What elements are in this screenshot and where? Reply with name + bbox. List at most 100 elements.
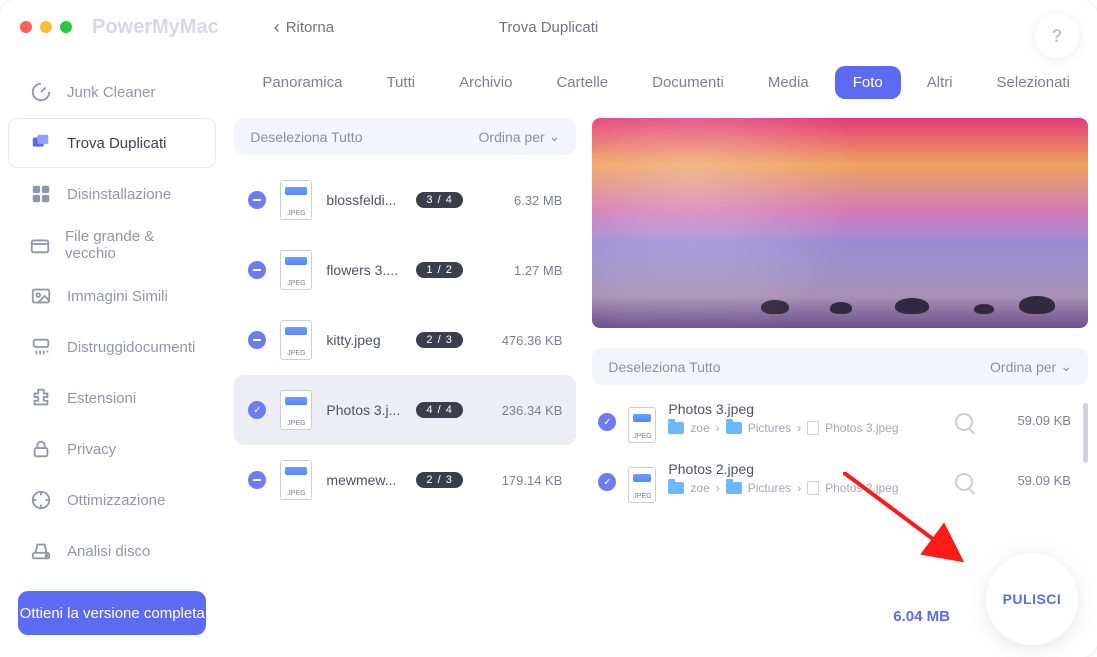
sidebar-item-label: Disinstallazione	[67, 186, 171, 203]
group-filename: mewmew...	[326, 472, 402, 488]
tab-panoramica[interactable]: Panoramica	[244, 66, 360, 99]
sidebar-item-distruggidocumenti[interactable]: Distruggidocumenti	[8, 322, 216, 372]
chevron-down-icon: ⌄	[549, 128, 561, 145]
detail-sort-button[interactable]: Ordina per ⌄	[990, 358, 1072, 375]
help-icon: ?	[1052, 26, 1063, 47]
apps-icon	[29, 182, 53, 206]
sidebar-item-label: Trova Duplicati	[67, 135, 166, 152]
file-type-icon: JPEG	[280, 180, 312, 220]
shredder-icon	[29, 335, 53, 359]
sidebar-item-label: Analisi disco	[67, 543, 150, 560]
group-size: 1.27 MB	[482, 263, 562, 278]
file-icon	[807, 481, 819, 495]
detail-checkbox[interactable]: ✓	[598, 473, 616, 491]
detail-row[interactable]: ✓ JPEG Photos 2.jpeg zoe› Pictures› Phot…	[592, 457, 1077, 507]
disk-icon	[29, 539, 53, 563]
magnify-icon[interactable]	[955, 413, 973, 431]
group-row[interactable]: ✓ JPEG Photos 3.j... 4 / 4 236.34 KB	[234, 375, 576, 445]
sidebar-item-estensioni[interactable]: Estensioni	[8, 373, 216, 423]
sidebar-item-disinstallazione[interactable]: Disinstallazione	[8, 169, 216, 219]
back-label: Ritorna	[286, 19, 334, 36]
sidebar: Junk Cleaner Trova Duplicati Disinstalla…	[0, 54, 224, 657]
sort-label: Ordina per	[479, 129, 545, 145]
sidebar-item-label: Junk Cleaner	[67, 84, 155, 101]
sidebar-item-trova-duplicati[interactable]: Trova Duplicati	[8, 118, 216, 168]
dash-icon	[253, 269, 261, 271]
sidebar-item-analisi-disco[interactable]: Analisi disco	[8, 526, 216, 576]
group-checkbox[interactable]	[248, 331, 266, 349]
sidebar-item-label: Estensioni	[67, 390, 136, 407]
full-version-label: Ottieni la versione completa	[20, 605, 205, 622]
sidebar-item-junk-cleaner[interactable]: Junk Cleaner	[8, 67, 216, 117]
sidebar-item-label: Ottimizzazione	[67, 492, 165, 509]
help-button[interactable]: ?	[1035, 14, 1079, 58]
details-column: Deseleziona Tutto Ordina per ⌄ ✓ JPEG Ph…	[592, 118, 1088, 577]
scrollbar[interactable]	[1083, 403, 1088, 463]
full-version-button[interactable]: Ottieni la versione completa	[18, 591, 206, 635]
tab-documenti[interactable]: Documenti	[634, 66, 742, 99]
sidebar-item-label: Privacy	[67, 441, 116, 458]
main: PanoramicaTuttiArchivioCartelleDocumenti…	[224, 54, 1097, 657]
sidebar-item-label: File grande & vecchio	[65, 228, 195, 262]
group-row[interactable]: JPEG blossfeldi... 3 / 4 6.32 MB	[234, 165, 576, 235]
sidebar-item-label: Distruggidocumenti	[67, 339, 195, 356]
tab-media[interactable]: Media	[750, 66, 827, 99]
group-row[interactable]: JPEG flowers 3.... 1 / 2 1.27 MB	[234, 235, 576, 305]
group-checkbox[interactable]	[248, 261, 266, 279]
group-count-badge: 3 / 4	[416, 192, 462, 208]
detail-checkbox[interactable]: ✓	[598, 413, 616, 431]
tab-selezionati[interactable]: Selezionati	[979, 66, 1088, 99]
total-size: 6.04 MB	[893, 608, 950, 625]
group-row[interactable]: JPEG kitty.jpeg 2 / 3 476.36 KB	[234, 305, 576, 375]
file-type-icon: JPEG	[280, 390, 312, 430]
image-icon	[29, 284, 53, 308]
group-checkbox[interactable]: ✓	[248, 401, 266, 419]
sidebar-item-immagini-simili[interactable]: Immagini Simili	[8, 271, 216, 321]
app-window: PowerMyMac ‹ Ritorna Trova Duplicati ? J…	[0, 0, 1097, 657]
clean-label: PULISCI	[1003, 591, 1062, 607]
groups-list[interactable]: JPEG blossfeldi... 3 / 4 6.32 MB JPEG fl…	[234, 165, 576, 577]
app-brand: PowerMyMac	[92, 16, 219, 39]
box-icon	[29, 233, 51, 257]
detail-info: Photos 3.jpeg zoe› Pictures› Photos 3.jp…	[668, 401, 898, 435]
dash-icon	[253, 199, 261, 201]
footer: 6.04 MB PULISCI	[224, 587, 1097, 657]
content: Deseleziona Tutto Ordina per ⌄ JPEG blos…	[224, 104, 1097, 587]
group-count-badge: 4 / 4	[416, 402, 462, 418]
details-list[interactable]: ✓ JPEG Photos 3.jpeg zoe› Pictures› Phot…	[592, 397, 1077, 507]
detail-path: zoe› Pictures› Photos 3.jpeg	[668, 421, 898, 435]
magnify-icon[interactable]	[955, 473, 973, 491]
tab-foto[interactable]: Foto	[835, 66, 901, 99]
deselect-all-button[interactable]: Deseleziona Tutto	[250, 129, 362, 145]
details-toolbar: Deseleziona Tutto Ordina per ⌄	[592, 348, 1088, 385]
chevron-left-icon: ‹	[274, 17, 280, 38]
tab-cartelle[interactable]: Cartelle	[538, 66, 626, 99]
sidebar-item-ottimizzazione[interactable]: Ottimizzazione	[8, 475, 216, 525]
lock-icon	[29, 437, 53, 461]
sidebar-item-file-grande-vecchio[interactable]: File grande & vecchio	[8, 220, 216, 270]
detail-info: Photos 2.jpeg zoe› Pictures› Photos 2.jp…	[668, 461, 898, 495]
group-row[interactable]: JPEG mewmew... 2 / 3 179.14 KB	[234, 445, 576, 515]
tab-archivio[interactable]: Archivio	[441, 66, 530, 99]
close-window-button[interactable]	[20, 21, 32, 33]
file-type-icon: JPEG	[628, 407, 656, 443]
minimize-window-button[interactable]	[40, 21, 52, 33]
group-filename: blossfeldi...	[326, 192, 402, 208]
sort-button[interactable]: Ordina per ⌄	[479, 128, 561, 145]
group-checkbox[interactable]	[248, 191, 266, 209]
detail-row[interactable]: ✓ JPEG Photos 3.jpeg zoe› Pictures› Phot…	[592, 397, 1077, 447]
clean-button[interactable]: PULISCI	[986, 553, 1078, 645]
sidebar-item-privacy[interactable]: Privacy	[8, 424, 216, 474]
detail-path: zoe› Pictures› Photos 2.jpeg	[668, 481, 898, 495]
back-button[interactable]: ‹ Ritorna	[274, 17, 334, 38]
tab-altri[interactable]: Altri	[909, 66, 971, 99]
filter-tabs: PanoramicaTuttiArchivioCartelleDocumenti…	[224, 60, 1097, 104]
groups-toolbar: Deseleziona Tutto Ordina per ⌄	[234, 118, 576, 155]
zoom-window-button[interactable]	[60, 21, 72, 33]
extensions-icon	[29, 386, 53, 410]
group-filename: kitty.jpeg	[326, 332, 402, 348]
group-checkbox[interactable]	[248, 471, 266, 489]
group-size: 6.32 MB	[482, 193, 562, 208]
tab-tutti[interactable]: Tutti	[368, 66, 433, 99]
detail-deselect-button[interactable]: Deseleziona Tutto	[608, 359, 720, 375]
